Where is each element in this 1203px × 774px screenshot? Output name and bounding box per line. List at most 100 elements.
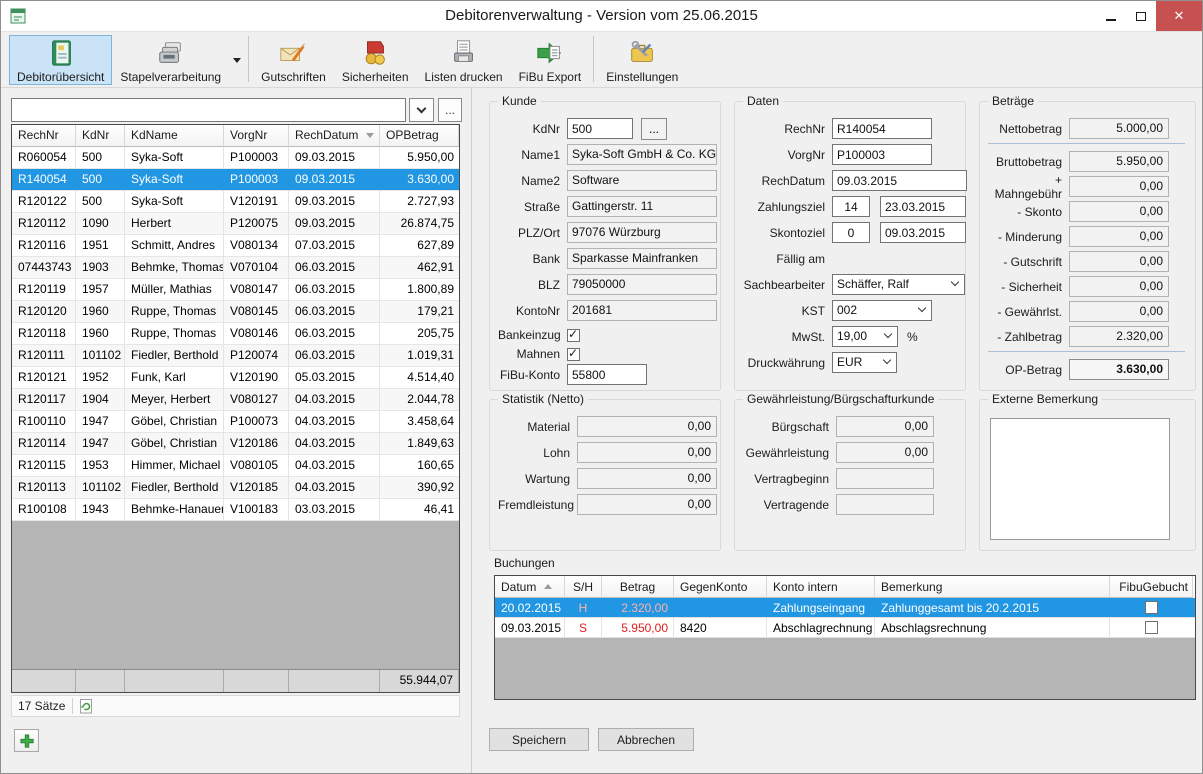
group-betraege: Beträge Nettobetrag5.000,00Bruttobetrag5…: [979, 101, 1196, 391]
skontoziel-days-input[interactable]: [832, 222, 870, 243]
table-row[interactable]: R1201161951Schmitt, AndresV08013407.03.2…: [12, 235, 459, 257]
table-row[interactable]: R1201121090HerbertP12007509.03.201526.87…: [12, 213, 459, 235]
field-label: + Mahngebühr: [988, 173, 1062, 201]
search-row: ...: [11, 98, 462, 122]
toolbar-button-einstellungen[interactable]: Einstellungen: [598, 35, 686, 85]
toolbar-button-stapelverarbeitung[interactable]: Stapelverarbeitung: [112, 35, 229, 85]
toolbar-button-sicherheiten[interactable]: Sicherheiten: [334, 35, 417, 85]
column-header[interactable]: GegenKonto: [674, 576, 767, 598]
save-button[interactable]: Speichern: [489, 728, 589, 751]
column-header[interactable]: RechNr: [12, 125, 76, 147]
column-header[interactable]: KdName: [125, 125, 224, 147]
cell: 1.849,63: [380, 433, 459, 454]
table-row[interactable]: R120113101102Fiedler, BertholdV12018504.…: [12, 477, 459, 499]
externe-bemerkung-textarea[interactable]: [990, 418, 1170, 540]
fibu-gebucht-checkbox[interactable]: [1145, 601, 1158, 614]
column-header[interactable]: KdNr: [76, 125, 125, 147]
maximize-button[interactable]: [1126, 1, 1156, 31]
toolbar-button-label: Einstellungen: [606, 70, 678, 84]
toolbar-button-debitoruebersicht[interactable]: Debitorübersicht: [9, 35, 112, 85]
table-row[interactable]: R1201211952Funk, KarlV12019005.03.20154.…: [12, 367, 459, 389]
field-row: Wartung0,00: [498, 468, 720, 489]
cell: Syka-Soft: [125, 147, 224, 168]
kst-select[interactable]: 002: [832, 300, 932, 321]
column-label: Datum: [501, 577, 536, 597]
column-header[interactable]: Bemerkung: [875, 576, 1110, 598]
stapelverarbeitung-dropdown-button[interactable]: [229, 35, 244, 85]
column-header[interactable]: Konto intern: [767, 576, 875, 598]
add-record-button[interactable]: [14, 729, 39, 752]
table-row[interactable]: R1201191957Müller, MathiasV08014706.03.2…: [12, 279, 459, 301]
kdnr-input[interactable]: [567, 118, 633, 139]
table-row[interactable]: R060054500Syka-SoftP10000309.03.20155.95…: [12, 147, 459, 169]
search-dropdown-button[interactable]: [409, 98, 434, 122]
table-row[interactable]: R140054500Syka-SoftP10000309.03.20153.63…: [12, 169, 459, 191]
column-header[interactable]: OPBetrag: [380, 125, 459, 147]
table-row[interactable]: R120111101102Fiedler, BertholdP12007406.…: [12, 345, 459, 367]
fibu-konto-input[interactable]: [567, 364, 647, 385]
table-row[interactable]: 074437431903Behmke, ThomasV07010406.03.2…: [12, 257, 459, 279]
group-daten: Daten RechNr VorgNr RechDatum Zahlungszi…: [734, 101, 966, 391]
table-row[interactable]: R1201201960Ruppe, ThomasV08014506.03.201…: [12, 301, 459, 323]
table-row[interactable]: R120122500Syka-SoftV12019109.03.20152.72…: [12, 191, 459, 213]
field-label: Vertragende: [743, 498, 829, 512]
table-row[interactable]: R1001081943Behmke-Hanauer...V10018303.03…: [12, 499, 459, 521]
sort-asc-icon: [544, 584, 552, 589]
field-label: RechNr: [743, 122, 825, 136]
zahlungsziel-date-input[interactable]: [880, 196, 966, 217]
close-button[interactable]: ✕: [1156, 1, 1202, 31]
skontoziel-date-input[interactable]: [880, 222, 966, 243]
booking-row[interactable]: 20.02.2015H2.320,00ZahlungseingangZahlun…: [495, 598, 1195, 618]
cell: V080146: [224, 323, 289, 344]
column-header[interactable]: FibuGebucht: [1110, 576, 1193, 598]
rechnr-input[interactable]: [832, 118, 932, 139]
field-row: Vertragende: [743, 494, 965, 515]
search-more-button[interactable]: ...: [438, 98, 462, 122]
cancel-button[interactable]: Abbrechen: [598, 728, 694, 751]
fibu-gebucht-checkbox[interactable]: [1145, 621, 1158, 634]
toolbar-button-listen-drucken[interactable]: Listen drucken: [417, 35, 511, 85]
mwst-select[interactable]: 19,00: [832, 326, 898, 347]
table-row[interactable]: R1201181960Ruppe, ThomasV08014606.03.201…: [12, 323, 459, 345]
toolbar-button-label: Listen drucken: [425, 70, 503, 84]
refresh-icon[interactable]: [80, 699, 93, 714]
rechdatum-input[interactable]: [832, 170, 967, 191]
cell: 3.630,00: [380, 169, 459, 190]
table-row[interactable]: R1001101947Göbel, ChristianP10007304.03.…: [12, 411, 459, 433]
vorgnr-input[interactable]: [832, 144, 932, 165]
cell: Syka-Soft: [125, 191, 224, 212]
sachbearbeiter-select[interactable]: Schäffer, Ralf: [832, 274, 965, 295]
strasse-field: Gattingerstr. 11: [567, 196, 717, 217]
column-header[interactable]: Datum: [495, 576, 565, 598]
table-row[interactable]: R1201171904Meyer, HerbertV08012704.03.20…: [12, 389, 459, 411]
bankeinzug-checkbox[interactable]: [567, 329, 580, 342]
table-row[interactable]: R1201151953Himmer, MichaelV08010504.03.2…: [12, 455, 459, 477]
plz-ort-field: 97076 Würzburg: [567, 222, 717, 243]
toolbar-button-fibu-export[interactable]: FiBu Export: [511, 35, 590, 85]
table-body: R060054500Syka-SoftP10000309.03.20155.95…: [12, 147, 459, 521]
zahlungsziel-days-input[interactable]: [832, 196, 870, 217]
cell: 04.03.2015: [289, 411, 380, 432]
column-header[interactable]: RechDatum: [289, 125, 380, 147]
cell: V120186: [224, 433, 289, 454]
minimize-button[interactable]: [1096, 1, 1126, 31]
status-bar: 17 Sätze: [11, 695, 460, 717]
cell: 1947: [76, 433, 125, 454]
column-header[interactable]: Betrag: [602, 576, 674, 598]
druckwaehrung-select[interactable]: EUR: [832, 352, 897, 373]
kdnr-browse-button[interactable]: ...: [641, 118, 667, 140]
toolbar-button-gutschriften[interactable]: Gutschriften: [253, 35, 334, 85]
table-header: Datum S/HBetragGegenKontoKonto internBeme…: [495, 576, 1195, 598]
cell: 04.03.2015: [289, 477, 380, 498]
column-header[interactable]: VorgNr: [224, 125, 289, 147]
search-input[interactable]: [11, 98, 406, 122]
cell: P100073: [224, 411, 289, 432]
cell: 5.950,00: [380, 147, 459, 168]
cell: 06.03.2015: [289, 279, 380, 300]
mahnen-checkbox[interactable]: [567, 348, 580, 361]
field-readonly: 0,00: [577, 468, 717, 489]
column-header[interactable]: S/H: [565, 576, 602, 598]
table-row[interactable]: R1201141947Göbel, ChristianV12018604.03.…: [12, 433, 459, 455]
cell: V120190: [224, 367, 289, 388]
booking-row[interactable]: 09.03.2015S5.950,008420AbschlagrechnungA…: [495, 618, 1195, 638]
